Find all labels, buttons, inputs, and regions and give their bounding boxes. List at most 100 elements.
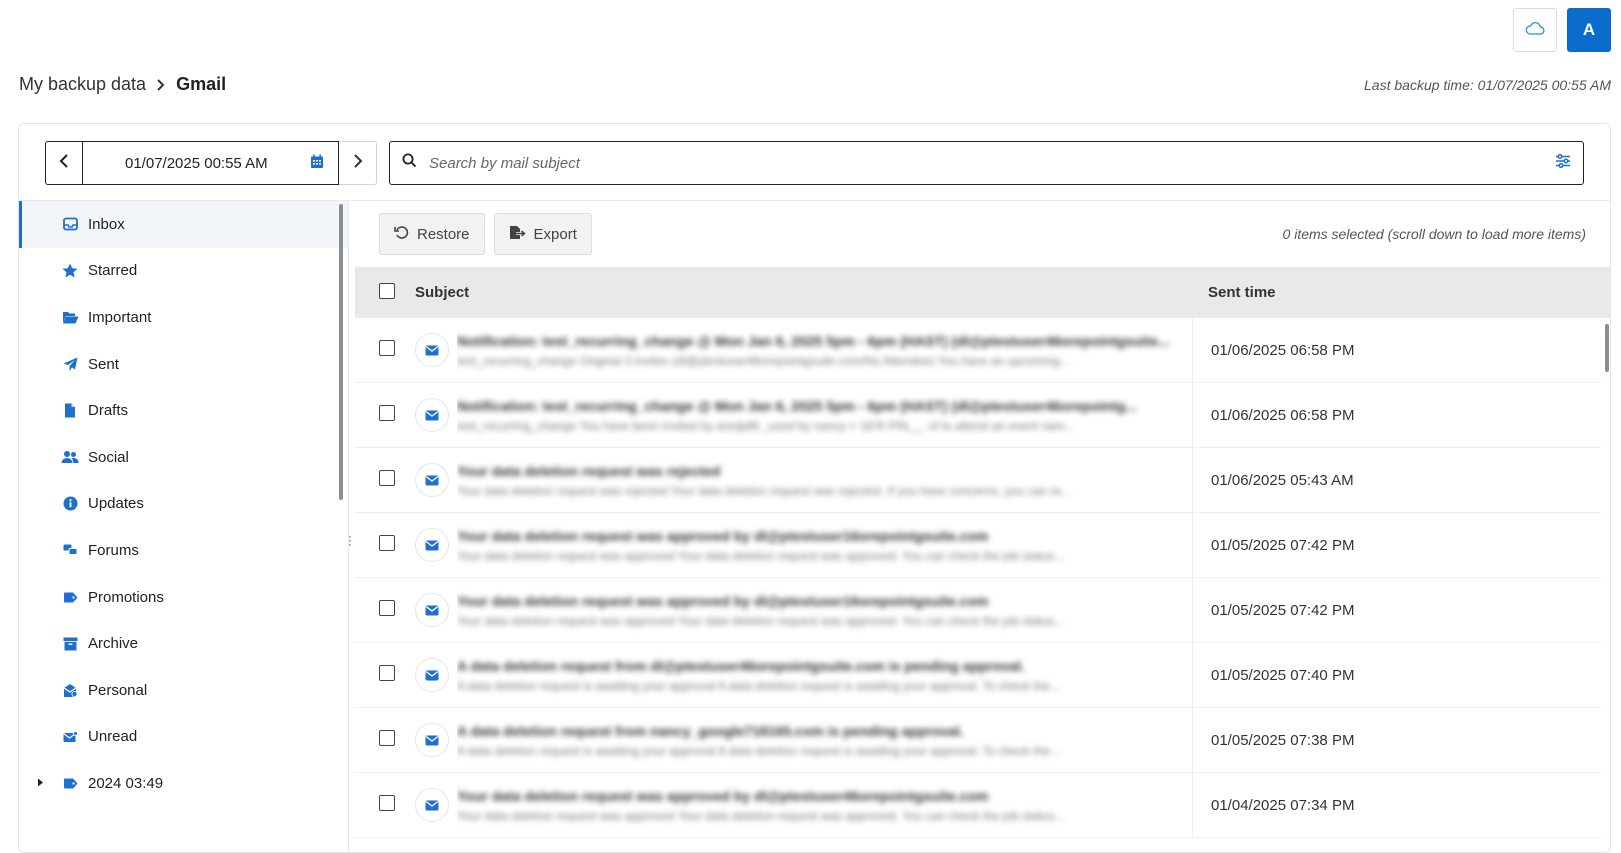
sidebar-item-social[interactable]: Social [19, 434, 348, 481]
tag-icon [61, 588, 79, 606]
sidebar-item-personal[interactable]: Personal [19, 667, 348, 714]
sidebar-item-label: Social [88, 448, 129, 466]
sidebar-item-label: Updates [88, 495, 144, 513]
chevron-right-icon [156, 78, 166, 92]
export-button[interactable]: Export [493, 213, 592, 255]
sidebar-item-label: Archive [88, 635, 139, 653]
mail-sent-time: 01/05/2025 07:40 PM [1211, 666, 1355, 684]
mail-subject: A data deletion request from nancy_googl… [457, 722, 964, 739]
mail-preview: A data deletion request is awaiting your… [457, 678, 1060, 693]
file-icon [61, 402, 79, 420]
sidebar-item-updates[interactable]: Updates [19, 481, 348, 528]
sidebar-item-label: Promotions [88, 588, 164, 606]
sidebar-item-label: Personal [88, 681, 148, 699]
mail-subject: Your data deletion request was rejected [457, 462, 721, 479]
mail-subject: Notification: test_recurring_change @ Mo… [457, 397, 1137, 414]
mail-preview: test_recurring_change Original 3 invites… [457, 353, 1070, 368]
table-row[interactable]: A data deletion request from dl@ptestuse… [355, 642, 1601, 708]
sidebar-item-drafts[interactable]: Drafts [19, 387, 348, 434]
table-row[interactable]: Your data deletion request was approved … [355, 512, 1601, 578]
mail-subject-cell[interactable]: Your data deletion request was approved … [457, 772, 1193, 838]
mail-preview: Your data deletion request was approved … [457, 613, 1065, 628]
header-row: My backup data Gmail Last backup time: 0… [19, 74, 1611, 95]
table-header: Subject Sent time [355, 267, 1610, 318]
envelope-icon [415, 788, 449, 822]
filter-icon[interactable] [1555, 153, 1571, 173]
table-row[interactable]: Your data deletion request was approved … [355, 577, 1601, 643]
folder-sidebar: Inbox Starred Important Sent Drafts Social Upd… [19, 201, 349, 852]
export-label: Export [533, 225, 577, 243]
mail-subject-cell[interactable]: Your data deletion request was approved … [457, 512, 1193, 578]
cloud-button[interactable] [1513, 8, 1557, 52]
sidebar-item-important[interactable]: Important [19, 294, 348, 341]
chevron-right-icon [353, 153, 363, 174]
mail-subject: Notification: test_recurring_change @ Mo… [457, 332, 1170, 349]
table-row[interactable]: A data deletion request from nancy_googl… [355, 707, 1601, 773]
sidebar-item-label: 2024 03:49 [88, 774, 164, 792]
table-row[interactable]: Your data deletion request was rejected Y… [355, 447, 1601, 513]
envelope-icon [415, 723, 449, 757]
archive-icon [61, 635, 79, 653]
mail-subject-cell[interactable]: Your data deletion request was rejected Y… [457, 447, 1193, 513]
backup-panel: 01/07/2025 00:55 AM Inbox Starred Importan… [18, 123, 1611, 853]
table-row[interactable]: Your data deletion request was approved … [355, 772, 1601, 838]
row-checkbox[interactable] [379, 729, 395, 746]
sidebar-item-forums[interactable]: Forums [19, 527, 348, 574]
next-date-button[interactable] [339, 141, 377, 185]
row-checkbox[interactable] [379, 794, 395, 811]
sidebar-item-archive[interactable]: Archive [19, 620, 348, 667]
row-checkbox[interactable] [379, 534, 395, 551]
calendar-icon[interactable] [310, 154, 324, 173]
restore-button[interactable]: Restore [379, 213, 485, 255]
envelope-icon [415, 463, 449, 497]
breadcrumb: My backup data Gmail [19, 74, 226, 95]
table-row[interactable]: Notification: test_recurring_change @ Mo… [355, 382, 1601, 448]
previous-date-button[interactable] [45, 141, 83, 185]
sidebar-item-unread[interactable]: Unread [19, 714, 348, 761]
select-all-checkbox[interactable] [379, 282, 395, 299]
mail-sent-time: 01/05/2025 07:42 PM [1211, 601, 1355, 619]
row-checkbox[interactable] [379, 339, 395, 356]
date-field[interactable]: 01/07/2025 00:55 AM [83, 141, 339, 185]
mail-subject-cell[interactable]: Notification: test_recurring_change @ Mo… [457, 317, 1193, 383]
sidebar-item-inbox[interactable]: Inbox [19, 201, 348, 248]
envelope-icon [415, 528, 449, 562]
mail-subject-cell[interactable]: Your data deletion request was approved … [457, 577, 1193, 643]
table-scrollbar[interactable] [1605, 324, 1609, 372]
column-subject[interactable]: Subject [415, 284, 1207, 301]
row-checkbox[interactable] [379, 404, 395, 421]
search-input[interactable] [429, 154, 1555, 172]
sidebar-item-label: Inbox [88, 215, 125, 233]
caret-right-icon[interactable] [37, 775, 44, 792]
sidebar-scrollbar[interactable] [339, 204, 343, 500]
sidebar-item-2024-03-49[interactable]: 2024 03:49 [19, 760, 348, 807]
mail-subject: Your data deletion request was approved … [457, 592, 989, 609]
resize-handle[interactable]: · · · [348, 530, 352, 550]
sidebar-item-promotions[interactable]: Promotions [19, 574, 348, 621]
avatar[interactable]: A [1567, 8, 1611, 52]
envelope-icon [415, 398, 449, 432]
mail-preview: Your data deletion request was rejected … [457, 483, 1071, 498]
mail-sent-time: 01/05/2025 07:38 PM [1211, 731, 1355, 749]
chat-icon [61, 541, 79, 559]
mail-list-area: Restore Export 0 items selected (scroll … [355, 201, 1610, 852]
row-checkbox[interactable] [379, 599, 395, 616]
mail-subject-cell[interactable]: Notification: test_recurring_change @ Mo… [457, 382, 1193, 448]
breadcrumb-root[interactable]: My backup data [19, 74, 146, 95]
inbox-icon [61, 215, 79, 233]
mail-subject-cell[interactable]: A data deletion request from dl@ptestuse… [457, 642, 1193, 708]
export-icon [509, 225, 527, 244]
row-checkbox[interactable] [379, 664, 395, 681]
table-row[interactable]: Notification: test_recurring_change @ Mo… [355, 317, 1601, 383]
column-sent-time[interactable]: Sent time [1207, 284, 1610, 301]
mail-sent-time: 01/06/2025 06:58 PM [1211, 341, 1355, 359]
sidebar-item-label: Unread [88, 728, 138, 746]
chevron-left-icon [59, 153, 69, 174]
actions-row: Restore Export 0 items selected (scroll … [379, 213, 1586, 255]
mail-subject-cell[interactable]: A data deletion request from nancy_googl… [457, 707, 1193, 773]
unread-mail-icon [61, 728, 79, 746]
sidebar-item-sent[interactable]: Sent [19, 341, 348, 388]
row-checkbox[interactable] [379, 469, 395, 486]
mail-sent-time: 01/06/2025 06:58 PM [1211, 406, 1355, 424]
sidebar-item-starred[interactable]: Starred [19, 248, 348, 295]
